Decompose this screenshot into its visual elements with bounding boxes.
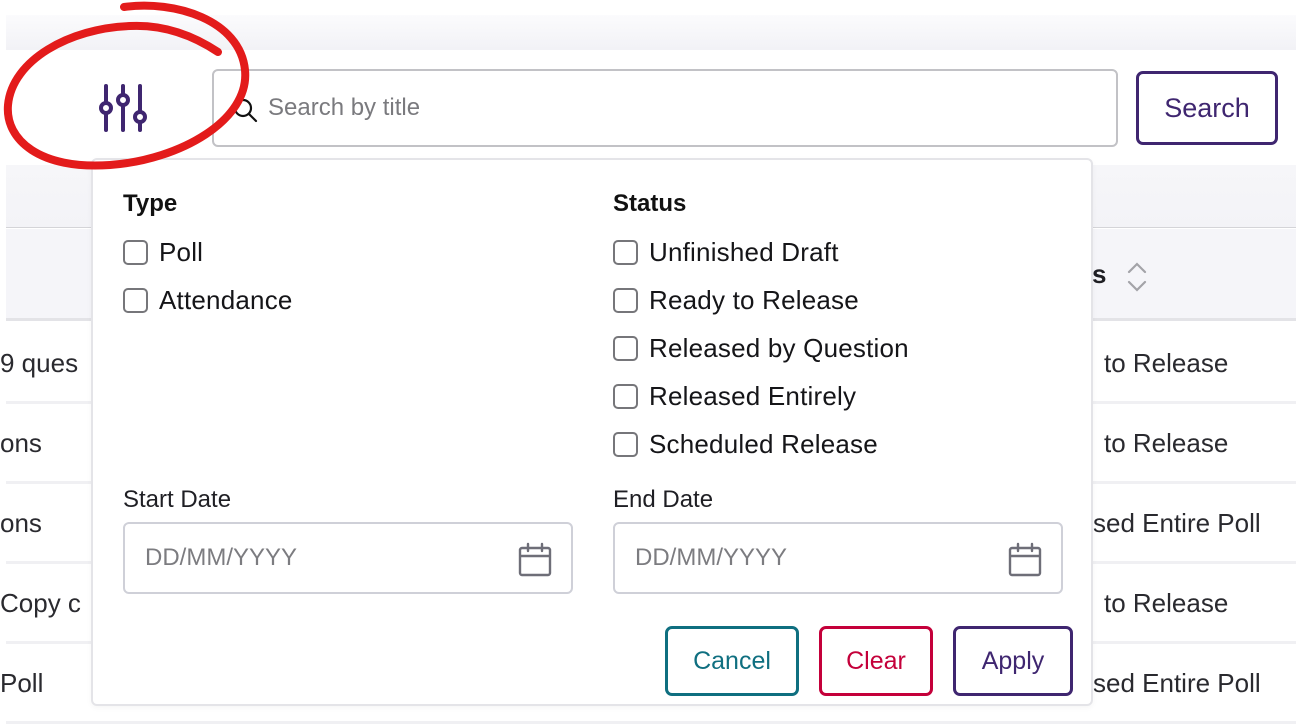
calendar-icon[interactable]	[517, 542, 553, 578]
start-date-input[interactable]	[145, 524, 505, 592]
start-date-label: Start Date	[123, 486, 232, 513]
clear-button[interactable]: Clear	[819, 626, 933, 696]
status-group-title: Status	[613, 190, 687, 217]
top-band	[6, 15, 1296, 50]
search-input[interactable]	[268, 71, 1108, 145]
calendar-icon[interactable]	[1007, 542, 1043, 578]
row-status: to Release	[1104, 588, 1229, 618]
column-header-status[interactable]: s	[1092, 259, 1106, 290]
type-option-poll[interactable]: Poll	[123, 236, 203, 268]
search-field[interactable]	[212, 69, 1118, 147]
checkbox[interactable]	[613, 335, 638, 361]
row-title: ons	[0, 508, 42, 538]
status-option-ready-to-release[interactable]: Ready to Release	[613, 284, 859, 316]
end-date-field[interactable]	[613, 522, 1063, 594]
page: Search s 9 ques to Release ons to Releas…	[0, 0, 1296, 725]
checkbox-label: Released by Question	[649, 332, 909, 363]
checkbox-label: Released Entirely	[649, 380, 857, 411]
row-title: Poll	[0, 668, 44, 698]
row-status: sed Entire Poll	[1093, 508, 1261, 538]
end-date-label: End Date	[613, 486, 714, 513]
sliders-icon	[99, 84, 147, 132]
checkbox[interactable]	[613, 287, 638, 313]
checkbox-label: Unfinished Draft	[649, 236, 839, 267]
checkbox-label: Scheduled Release	[649, 428, 878, 459]
type-option-attendance[interactable]: Attendance	[123, 284, 293, 316]
start-date-field[interactable]	[123, 522, 573, 594]
checkbox[interactable]	[613, 239, 638, 265]
checkbox[interactable]	[613, 383, 638, 409]
cancel-button[interactable]: Cancel	[665, 626, 799, 696]
checkbox-label: Attendance	[159, 284, 293, 315]
search-button[interactable]: Search	[1136, 71, 1278, 145]
status-option-released-entirely[interactable]: Released Entirely	[613, 380, 856, 412]
search-icon	[233, 98, 258, 123]
filter-toggle-button[interactable]	[92, 80, 152, 136]
status-option-scheduled-release[interactable]: Scheduled Release	[613, 428, 878, 460]
row-title: ons	[0, 428, 42, 458]
checkbox[interactable]	[613, 431, 638, 457]
filter-panel: Type Poll Attendance Status Unfinished D…	[91, 158, 1093, 706]
status-option-unfinished-draft[interactable]: Unfinished Draft	[613, 236, 839, 268]
row-title: Copy c	[0, 588, 81, 618]
checkbox-label: Poll	[159, 236, 204, 267]
checkbox[interactable]	[123, 287, 148, 313]
checkbox-label: Ready to Release	[649, 284, 859, 315]
row-status: to Release	[1104, 428, 1229, 458]
type-group-title: Type	[123, 190, 178, 217]
apply-button[interactable]: Apply	[953, 626, 1073, 696]
row-status: sed Entire Poll	[1093, 668, 1261, 698]
row-status: to Release	[1104, 348, 1229, 378]
sort-chevrons-icon[interactable]	[1124, 259, 1150, 295]
checkbox[interactable]	[123, 239, 148, 265]
row-title: 9 ques	[0, 348, 79, 378]
status-option-released-by-question[interactable]: Released by Question	[613, 332, 909, 364]
end-date-input[interactable]	[635, 524, 995, 592]
